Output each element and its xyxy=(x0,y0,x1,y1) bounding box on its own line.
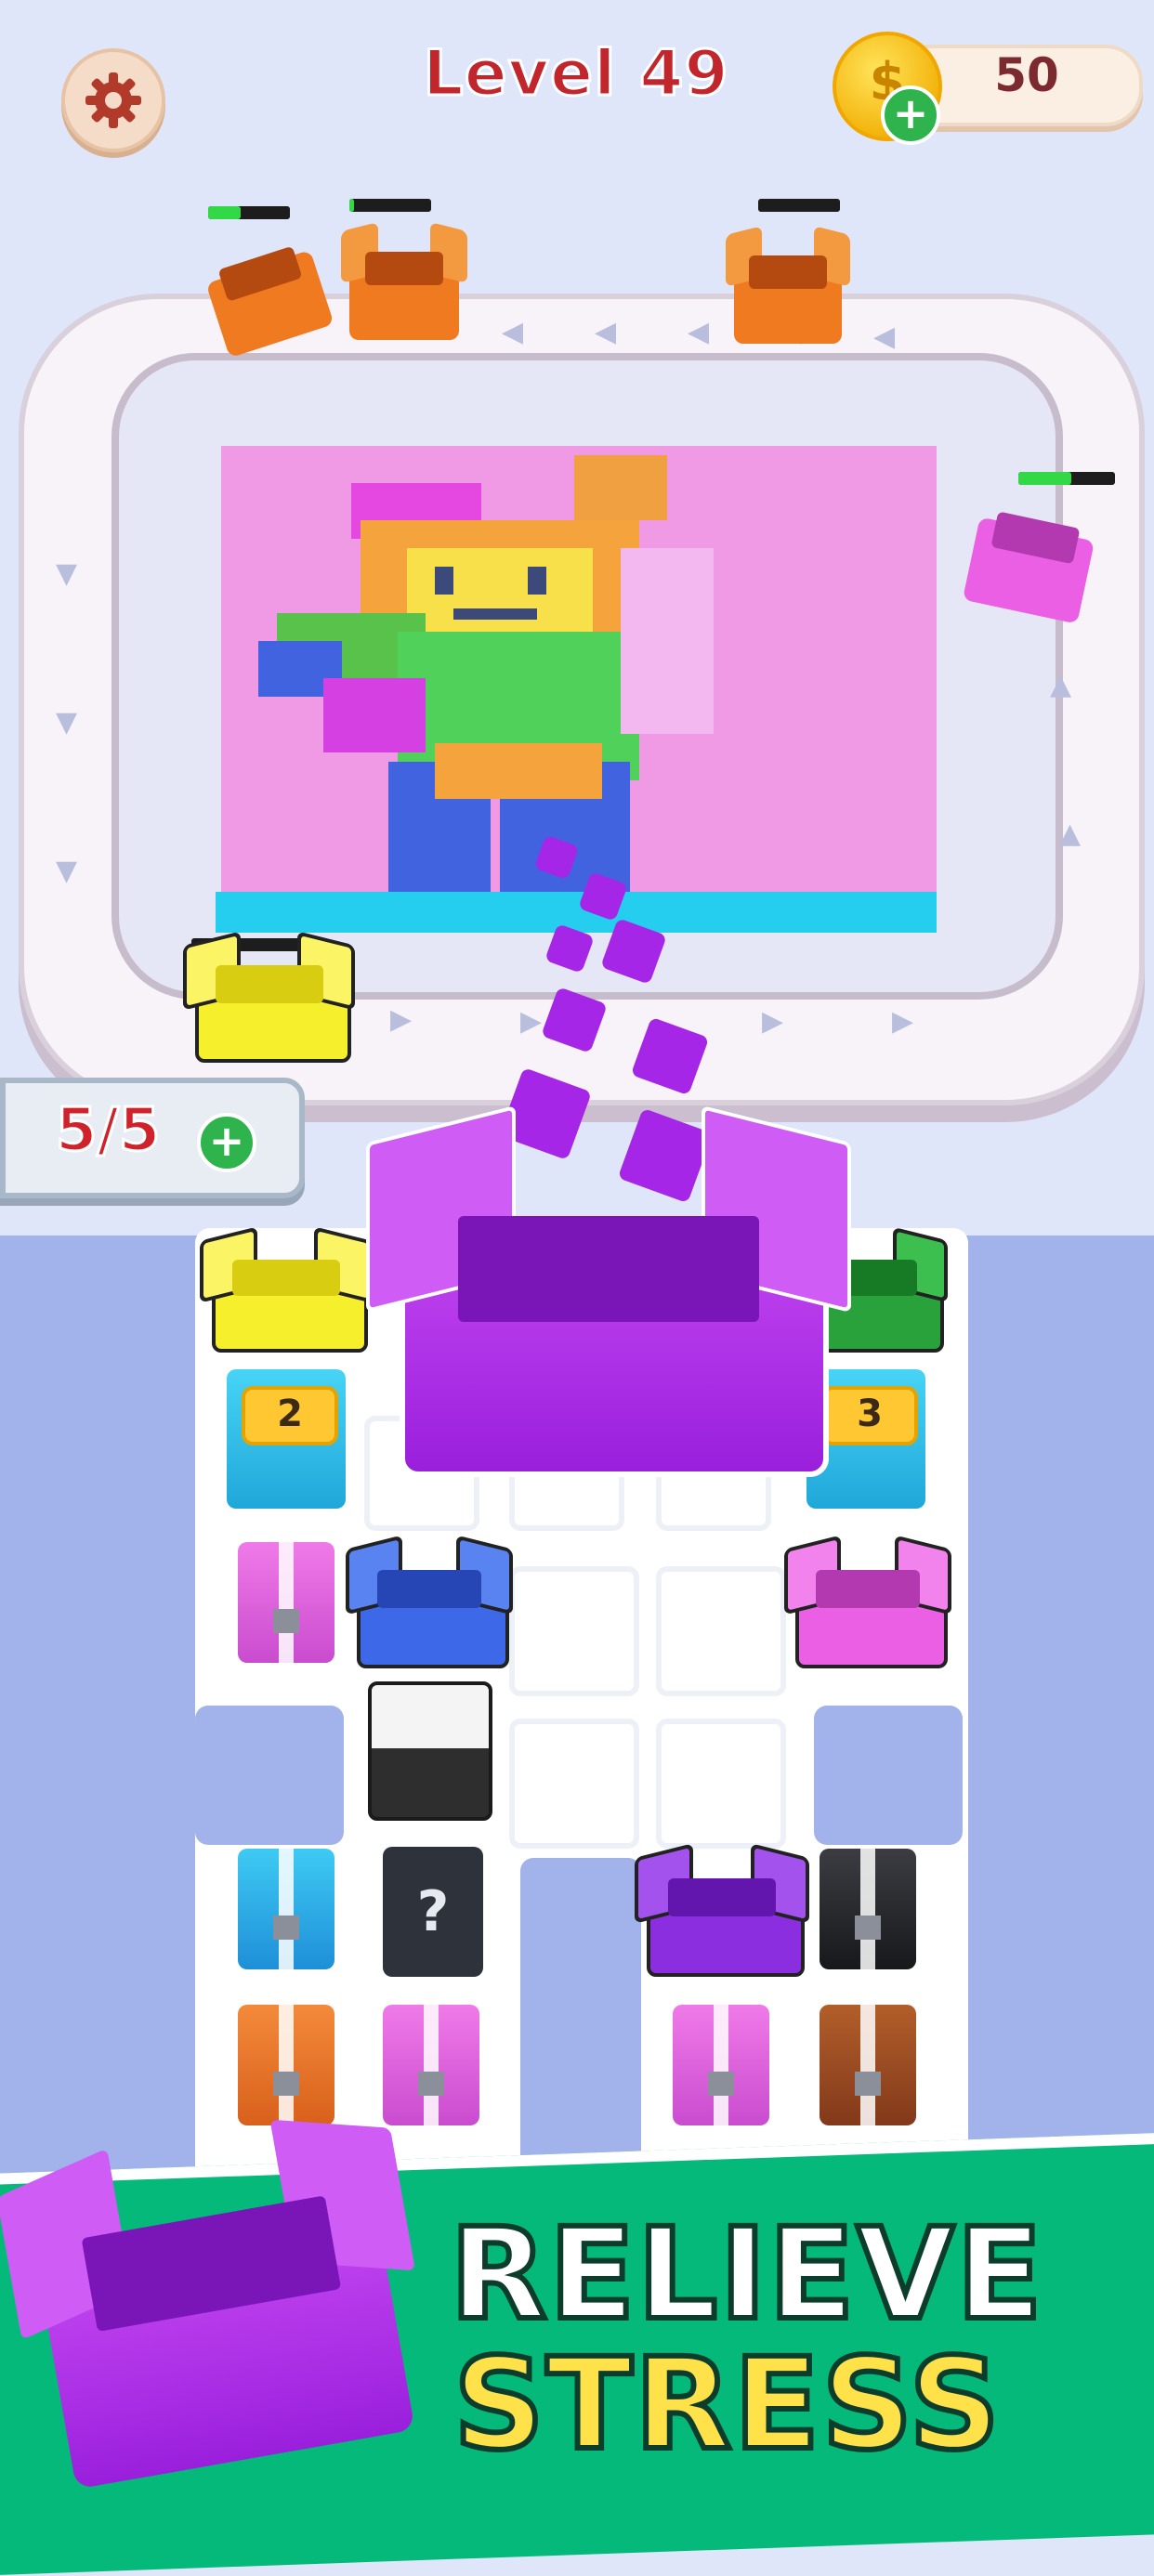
stack-count: 2 xyxy=(242,1386,338,1445)
mystery-mark: ? xyxy=(416,1879,450,1944)
pink-closed-box[interactable] xyxy=(383,2005,479,2125)
conveyor-arrow: ▶ xyxy=(762,1005,784,1038)
black-closed-box[interactable] xyxy=(820,1849,916,1969)
conveyor-arrow: ▼ xyxy=(56,855,78,887)
settings-button[interactable] xyxy=(61,48,165,152)
conveyor-arrow: ▼ xyxy=(56,706,78,739)
health-bar xyxy=(349,199,431,212)
pixel-canvas xyxy=(221,446,937,929)
stacked-box-pile[interactable] xyxy=(368,1681,492,1821)
blue-open-box[interactable] xyxy=(345,1535,514,1668)
conveyor-arrow: ▲ xyxy=(1050,669,1072,701)
promo-purple-box xyxy=(0,2118,415,2490)
locked-stack-counter[interactable]: 2 xyxy=(227,1369,346,1509)
orange-box[interactable] xyxy=(340,221,468,340)
pink-box[interactable] xyxy=(962,481,1102,624)
add-coins-button[interactable]: + xyxy=(881,85,940,145)
active-purple-box[interactable] xyxy=(366,1105,851,1477)
empty-slot[interactable] xyxy=(656,1719,786,1849)
board-gap xyxy=(520,1858,641,2174)
orange-box[interactable] xyxy=(725,226,851,344)
pixel-art xyxy=(258,455,714,901)
conveyor-arrow: ▲ xyxy=(1059,817,1082,850)
yellow-open-box[interactable] xyxy=(200,1226,373,1353)
pink-closed-box[interactable] xyxy=(673,2005,769,2125)
conveyor-arrow: ◀ xyxy=(688,316,710,348)
lives-count: 5/5 xyxy=(54,1095,161,1167)
conveyor-arrow: ◀ xyxy=(595,316,617,348)
health-bar xyxy=(1018,472,1115,485)
stack-count: 3 xyxy=(821,1386,918,1445)
yellow-box[interactable] xyxy=(183,931,356,1063)
canvas-base xyxy=(216,892,937,933)
health-bar xyxy=(758,199,840,212)
empty-slot[interactable] xyxy=(656,1566,786,1696)
orange-closed-box[interactable] xyxy=(238,2005,334,2125)
empty-slot[interactable] xyxy=(509,1566,639,1696)
pink-closed-box[interactable] xyxy=(238,1542,334,1663)
empty-slot[interactable] xyxy=(509,1719,639,1849)
board-gap xyxy=(814,1706,963,1845)
add-lives-button[interactable]: + xyxy=(197,1113,256,1172)
board-gap xyxy=(195,1706,344,1845)
health-bar xyxy=(208,206,290,219)
conveyor-arrow: ▶ xyxy=(390,1003,413,1036)
level-title: Level 49 xyxy=(422,36,730,112)
coin-value: 50 xyxy=(994,48,1059,102)
conveyor-arrow: ▶ xyxy=(520,1005,543,1038)
conveyor-arrow: ◀ xyxy=(873,320,896,353)
conveyor-arrow: ◀ xyxy=(502,316,524,348)
conveyor-arrow: ▼ xyxy=(56,557,78,590)
slogan-line-2: STRESS xyxy=(451,2329,1003,2481)
cyan-closed-box[interactable] xyxy=(238,1849,334,1969)
gear-icon xyxy=(85,72,141,128)
purple-open-box[interactable] xyxy=(635,1843,809,1977)
board-side-right xyxy=(955,1236,1154,2202)
conveyor-arrow: ▶ xyxy=(892,1005,914,1038)
brown-closed-box[interactable] xyxy=(820,2005,916,2125)
pink-open-box[interactable] xyxy=(783,1535,952,1668)
mystery-box[interactable]: ? xyxy=(383,1847,483,1977)
slogan-line-1: RELIEVE xyxy=(447,2199,1045,2351)
board-side-left xyxy=(0,1236,203,2202)
